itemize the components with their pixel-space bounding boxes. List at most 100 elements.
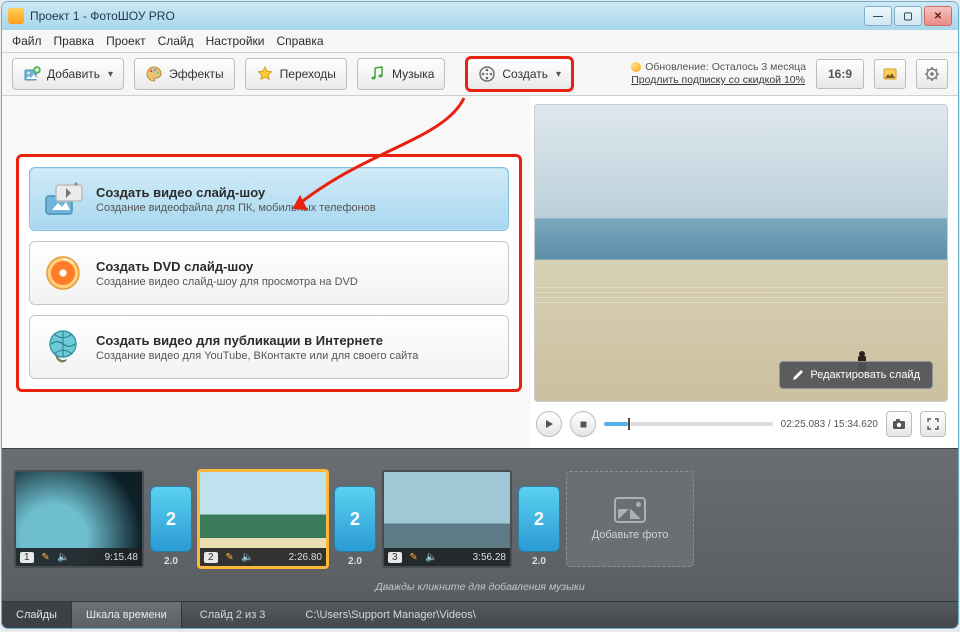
effects-button[interactable]: Эффекты	[134, 58, 235, 90]
window-title: Проект 1 - ФотоШОУ PRO	[30, 9, 175, 23]
option-desc: Создание видео для YouTube, ВКонтакте ил…	[96, 350, 418, 362]
create-dvd-option[interactable]: Создать DVD слайд-шоу Создание видео сла…	[29, 241, 509, 305]
update-notice: Обновление: Осталось 3 месяца Продлить п…	[631, 61, 806, 87]
menu-file[interactable]: Файл	[12, 34, 42, 48]
slide-index: 3	[388, 552, 402, 563]
music-label: Музыка	[392, 67, 434, 81]
options-panel: Создать видео слайд-шоу Создание видеофа…	[2, 96, 530, 448]
transition-type: 2	[350, 509, 360, 530]
slide-index: 2	[204, 552, 218, 563]
minimize-button[interactable]: —	[864, 6, 892, 26]
slide-thumb-2[interactable]: 2 ✎ 🔈 2:26.80	[198, 470, 328, 568]
menu-slide[interactable]: Слайд	[158, 34, 194, 48]
sound-icon: 🔈	[426, 551, 438, 563]
video-icon	[42, 178, 84, 220]
aspect-ratio-button[interactable]: 16:9	[816, 59, 864, 89]
transition-type: 2	[166, 509, 176, 530]
app-window: Проект 1 - ФотоШОУ PRO — ▢ ✕ Файл Правка…	[2, 2, 958, 628]
create-label: Создать	[502, 67, 548, 81]
dvd-icon	[42, 252, 84, 294]
edit-slide-button[interactable]: Редактировать слайд	[779, 361, 933, 389]
camera-icon	[892, 418, 906, 430]
music-button[interactable]: Музыка	[357, 58, 445, 90]
slides-row: 1 ✎ 🔈 9:15.48 2 2.0 2 ✎ 🔈	[2, 449, 958, 581]
options-box: Создать видео слайд-шоу Создание видеофа…	[16, 154, 522, 392]
slide-duration: 9:15.48	[105, 552, 138, 563]
caret-icon: ▾	[108, 69, 113, 80]
transition-chip-2[interactable]: 2 2.0	[334, 486, 376, 552]
menu-help[interactable]: Справка	[276, 34, 323, 48]
renew-link[interactable]: Продлить подписку со скидкой 10%	[631, 74, 805, 86]
timecode: 02:25.083 / 15:34.620	[781, 419, 878, 430]
transitions-label: Переходы	[280, 67, 336, 81]
menubar: Файл Правка Проект Слайд Настройки Справ…	[2, 30, 958, 53]
menu-edit[interactable]: Правка	[54, 34, 95, 48]
statusbar: Слайды Шкала времени Слайд 2 из 3 C:\Use…	[2, 601, 958, 628]
settings-button[interactable]	[916, 59, 948, 89]
pencil-icon: ✎	[408, 551, 420, 563]
slide-duration: 2:26.80	[289, 552, 322, 563]
gear-icon	[924, 66, 940, 82]
transition-type: 2	[534, 509, 544, 530]
fullscreen-icon	[927, 418, 939, 430]
update-text: Обновление: Осталось 3 месяца	[645, 61, 806, 74]
transition-duration: 2.0	[348, 556, 362, 567]
transition-chip-1[interactable]: 2 2.0	[150, 486, 192, 552]
timeline: 1 ✎ 🔈 9:15.48 2 2.0 2 ✎ 🔈	[2, 448, 958, 601]
option-title: Создать видео слайд-шоу	[96, 185, 376, 200]
edit-slide-label: Редактировать слайд	[810, 369, 920, 381]
play-button[interactable]	[536, 411, 562, 437]
bell-icon	[631, 62, 641, 72]
menu-settings[interactable]: Настройки	[206, 34, 265, 48]
transition-duration: 2.0	[164, 556, 178, 567]
fullscreen-button[interactable]	[920, 411, 946, 437]
preview-panel: Редактировать слайд 02:25.083 / 15:34.62…	[530, 96, 958, 448]
picture-icon	[882, 66, 898, 82]
close-button[interactable]: ✕	[924, 6, 952, 26]
play-icon	[544, 419, 554, 429]
music-icon	[368, 65, 386, 83]
music-track-hint[interactable]: Дважды кликните для добавления музыки	[2, 581, 958, 601]
stop-icon	[579, 420, 588, 429]
create-web-option[interactable]: Создать видео для публикации в Интернете…	[29, 315, 509, 379]
stop-button[interactable]	[570, 411, 596, 437]
theme-button[interactable]	[874, 59, 906, 89]
pencil-icon	[792, 369, 804, 381]
transitions-button[interactable]: Переходы	[245, 58, 347, 90]
option-title: Создать видео для публикации в Интернете	[96, 333, 418, 348]
slide-duration: 3:56.28	[473, 552, 506, 563]
effects-label: Эффекты	[169, 67, 224, 81]
preview-canvas[interactable]: Редактировать слайд	[534, 104, 948, 402]
tab-timeline[interactable]: Шкала времени	[72, 602, 182, 628]
star-icon	[256, 65, 274, 83]
status-slide-count: Слайд 2 из 3	[200, 609, 266, 621]
toolbar: Добавить ▾ Эффекты Переходы Музыка Соз	[2, 53, 958, 96]
sound-icon: 🔈	[242, 551, 254, 563]
caret-icon: ▾	[556, 69, 561, 80]
titlebar: Проект 1 - ФотоШОУ PRO — ▢ ✕	[2, 2, 958, 30]
maximize-button[interactable]: ▢	[894, 6, 922, 26]
option-desc: Создание видео слайд-шоу для просмотра н…	[96, 276, 358, 288]
transition-chip-3[interactable]: 2 2.0	[518, 486, 560, 552]
add-icon	[23, 65, 41, 83]
image-placeholder-icon	[614, 497, 646, 523]
create-video-option[interactable]: Создать видео слайд-шоу Создание видеофа…	[29, 167, 509, 231]
add-slide-slot[interactable]: Добавьте фото	[566, 471, 694, 567]
playback-slider[interactable]	[604, 422, 773, 426]
create-button[interactable]: Создать ▾	[467, 58, 572, 90]
slide-thumb-1[interactable]: 1 ✎ 🔈 9:15.48	[14, 470, 144, 568]
globe-icon	[42, 326, 84, 368]
slide-thumb-3[interactable]: 3 ✎ 🔈 3:56.28	[382, 470, 512, 568]
menu-project[interactable]: Проект	[106, 34, 146, 48]
tab-slides[interactable]: Слайды	[2, 602, 72, 628]
snapshot-button[interactable]	[886, 411, 912, 437]
add-label: Добавить	[47, 67, 100, 81]
playback-controls: 02:25.083 / 15:34.620	[534, 402, 948, 442]
app-icon	[8, 8, 24, 24]
add-button[interactable]: Добавить ▾	[12, 58, 124, 90]
option-desc: Создание видеофайла для ПК, мобильных те…	[96, 202, 376, 214]
option-title: Создать DVD слайд-шоу	[96, 259, 358, 274]
pencil-icon: ✎	[40, 551, 52, 563]
palette-icon	[145, 65, 163, 83]
slide-index: 1	[20, 552, 34, 563]
